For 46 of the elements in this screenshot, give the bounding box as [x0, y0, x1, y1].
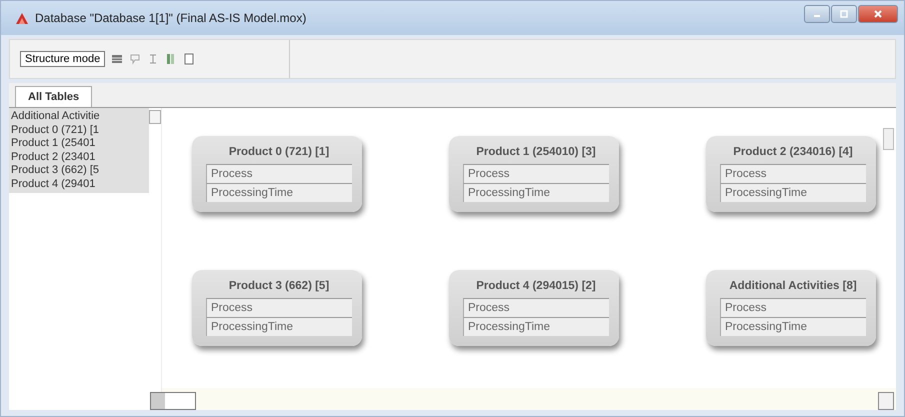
table-title: Additional Activities [8] — [728, 279, 858, 294]
zoom-control[interactable] — [150, 392, 196, 410]
table-list-item[interactable]: Product 1 (25401 — [11, 137, 147, 150]
minimize-button[interactable] — [804, 5, 830, 23]
table-icon[interactable] — [111, 53, 124, 65]
page-icon[interactable] — [183, 53, 196, 65]
maximize-icon — [839, 9, 849, 19]
field-row[interactable]: ProcessingTime — [720, 183, 866, 202]
window-title: Database "Database 1[1]" (Final AS-IS Model.mox) — [35, 11, 308, 25]
comment-icon[interactable] — [129, 53, 142, 65]
table-title: Product 3 (662) [5] — [228, 279, 330, 294]
table-title: Product 1 (254010) [3] — [475, 145, 597, 160]
table-list-item[interactable]: Product 4 (29401 — [11, 178, 147, 191]
table-node[interactable]: Product 2 (234016) [4] Process ProcessingTime — [706, 136, 876, 212]
field-row[interactable]: Process — [720, 164, 866, 183]
table-list-item[interactable]: Product 3 (662) [5 — [11, 164, 147, 178]
maximize-button[interactable] — [831, 5, 857, 23]
table-title: Product 0 (721) [1] — [228, 145, 330, 160]
field-row[interactable]: ProcessingTime — [463, 183, 609, 202]
field-row[interactable]: Process — [463, 164, 609, 183]
table-list-item[interactable]: Product 0 (721) [1 — [11, 124, 147, 137]
scrollbar[interactable] — [149, 110, 161, 124]
table-node[interactable]: Additional Activities [8] Process ProcessingTime — [706, 270, 876, 346]
table-node[interactable]: Product 0 (721) [1] Process ProcessingTime — [192, 136, 362, 212]
tab[interactable]: All Tables — [15, 86, 92, 107]
field-row[interactable]: Process — [206, 164, 352, 183]
mode-dropdown[interactable]: Structure mode — [20, 51, 106, 67]
field-row[interactable]: Process — [206, 298, 352, 317]
table-title: Product 4 (294015) [2] — [475, 279, 597, 294]
table-node[interactable]: Product 1 (254010) [3] Process ProcessingTime — [449, 136, 619, 212]
scroll-corner[interactable] — [878, 392, 894, 410]
field-row[interactable]: ProcessingTime — [206, 317, 352, 336]
table-list-item[interactable]: Additional Activitie — [11, 110, 147, 124]
app-icon — [15, 11, 29, 25]
table-title: Product 2 (234016) [4] — [732, 145, 854, 160]
vertical-scrollbar[interactable] — [883, 128, 894, 150]
table-node[interactable]: Product 4 (294015) [2] Process ProcessingTime — [449, 270, 619, 346]
field-row[interactable]: Process — [463, 298, 609, 317]
table-list-item[interactable]: Product 2 (23401 — [11, 150, 147, 164]
field-row[interactable]: ProcessingTime — [206, 183, 352, 202]
field-row[interactable]: Process — [720, 298, 866, 317]
field-row[interactable]: ProcessingTime — [720, 317, 866, 336]
field-row[interactable]: ProcessingTime — [463, 317, 609, 336]
close-icon — [873, 9, 883, 19]
close-button[interactable] — [858, 5, 898, 23]
table-node[interactable]: Product 3 (662) [5] Process ProcessingTime — [192, 270, 362, 346]
